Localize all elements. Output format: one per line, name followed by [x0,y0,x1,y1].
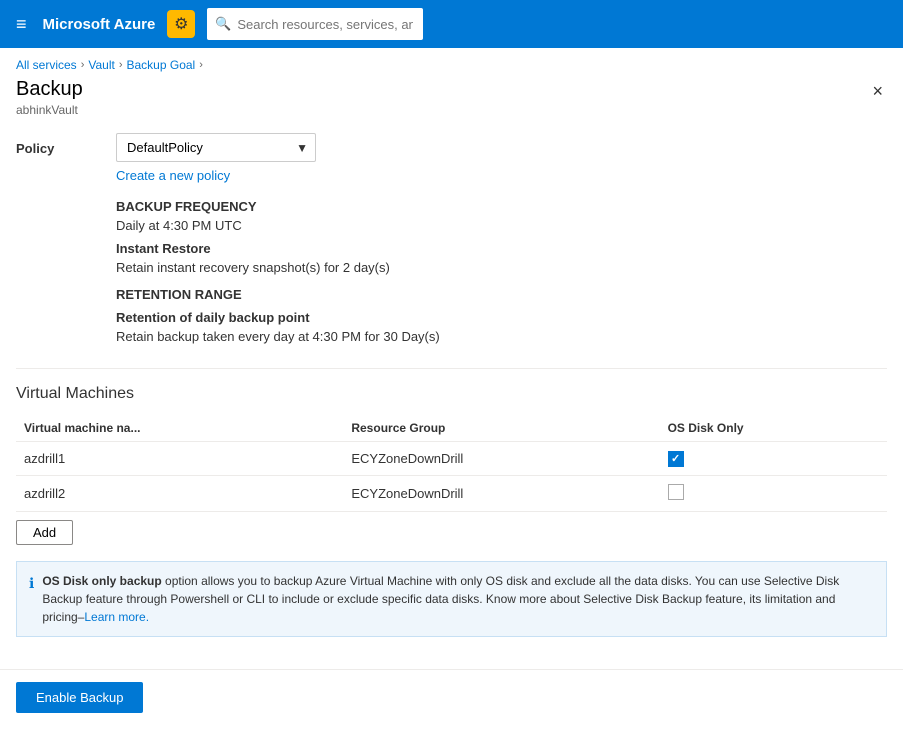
divider [16,368,887,369]
breadcrumb-all-services[interactable]: All services [16,58,77,72]
retention-sub-title: Retention of daily backup point [116,310,887,325]
info-text: OS Disk only backup option allows you to… [42,572,874,626]
info-box: ℹ OS Disk only backup option allows you … [16,561,887,637]
os-disk-checkbox[interactable] [668,451,684,467]
top-navigation: ≡ Microsoft Azure ⚙ 🔍 [0,0,903,48]
backup-frequency-title: BACKUP FREQUENCY [116,199,887,214]
page-header: Backup abhinkVault × [16,78,887,117]
breadcrumb-vault[interactable]: Vault [88,58,114,72]
hamburger-menu-icon[interactable]: ≡ [12,10,31,39]
policy-controls: DefaultPolicy ▼ Create a new policy [116,133,316,183]
bottom-bar: Enable Backup [0,669,903,725]
vm-name-cell: azdrill1 [16,442,343,476]
vm-name-cell: azdrill2 [16,475,343,511]
vm-os-disk-cell [660,442,887,476]
settings-badge-icon[interactable]: ⚙ [167,10,195,38]
close-button[interactable]: × [868,78,887,104]
instant-restore-title: Instant Restore [116,241,887,256]
retention-detail: Retain backup taken every day at 4:30 PM… [116,329,887,344]
policy-label: Policy [16,133,116,156]
vm-section-title: Virtual Machines [16,385,887,403]
os-disk-checkbox[interactable] [668,484,684,500]
info-bold-text: OS Disk only backup [42,574,161,588]
vm-table-header-row: Virtual machine na... Resource Group OS … [16,415,887,442]
breadcrumb-sep-3: › [199,59,203,71]
vm-col-os-disk: OS Disk Only [660,415,887,442]
enable-backup-button[interactable]: Enable Backup [16,682,143,713]
vm-os-disk-cell [660,475,887,511]
backup-frequency-detail: Daily at 4:30 PM UTC [116,218,887,233]
breadcrumb: All services › Vault › Backup Goal › [0,48,903,78]
breadcrumb-sep-2: › [119,59,123,71]
retention-range-title: RETENTION RANGE [116,287,887,302]
page-title: Backup [16,78,83,101]
learn-more-link[interactable]: Learn more. [84,610,149,624]
vm-col-resource-group: Resource Group [343,415,659,442]
search-icon: 🔍 [215,16,231,32]
policy-dropdown[interactable]: DefaultPolicy [116,133,316,162]
policy-details: BACKUP FREQUENCY Daily at 4:30 PM UTC In… [116,199,887,344]
vm-table: Virtual machine na... Resource Group OS … [16,415,887,512]
vm-resource-group-cell: ECYZoneDownDrill [343,442,659,476]
instant-restore-detail: Retain instant recovery snapshot(s) for … [116,260,887,275]
vm-col-name: Virtual machine na... [16,415,343,442]
policy-section: Policy DefaultPolicy ▼ Create a new poli… [16,133,887,183]
add-vm-button[interactable]: Add [16,520,73,545]
breadcrumb-backup-goal[interactable]: Backup Goal [127,58,196,72]
table-row: azdrill2ECYZoneDownDrill [16,475,887,511]
table-row: azdrill1ECYZoneDownDrill [16,442,887,476]
info-body-text: option allows you to backup Azure Virtua… [42,574,839,624]
search-input[interactable] [207,8,423,40]
policy-select-wrap: DefaultPolicy ▼ [116,133,316,162]
app-title: Microsoft Azure [43,16,156,33]
main-content: Backup abhinkVault × Policy DefaultPolic… [0,78,903,669]
info-icon: ℹ [29,573,34,594]
create-policy-link[interactable]: Create a new policy [116,168,316,183]
vm-section: Virtual Machines Virtual machine na... R… [16,385,887,545]
search-bar: 🔍 [207,8,707,40]
breadcrumb-sep-1: › [81,59,85,71]
page-title-group: Backup abhinkVault [16,78,83,117]
vm-resource-group-cell: ECYZoneDownDrill [343,475,659,511]
page-subtitle: abhinkVault [16,103,83,117]
